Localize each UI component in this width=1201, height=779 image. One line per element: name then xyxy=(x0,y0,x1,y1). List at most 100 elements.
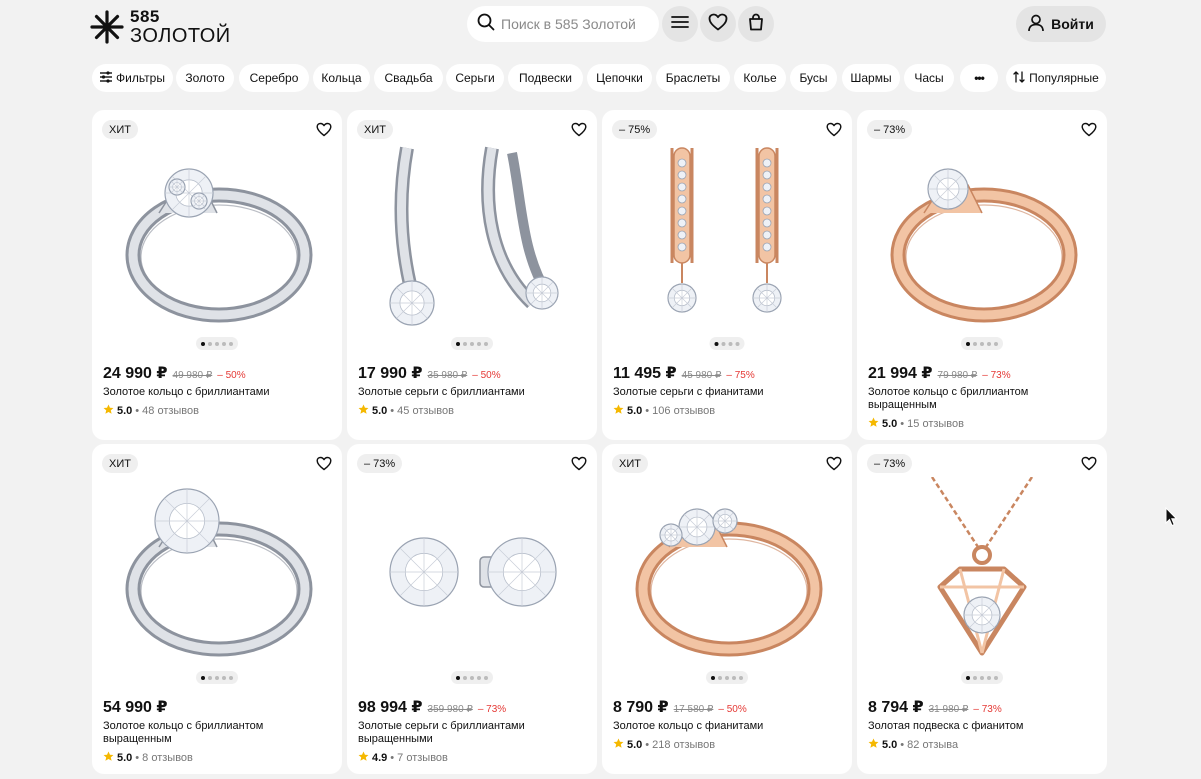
carousel-dot[interactable] xyxy=(222,341,226,346)
carousel-dot[interactable] xyxy=(980,675,984,680)
logo[interactable]: 585 ЗОЛОТОЙ xyxy=(90,8,230,46)
carousel-dot[interactable] xyxy=(735,341,740,346)
favorites-button[interactable] xyxy=(700,6,736,42)
chip-watches[interactable]: Часы xyxy=(904,64,954,92)
product-image[interactable] xyxy=(347,474,597,669)
chip-silver[interactable]: Серебро xyxy=(239,64,309,92)
reviews-count[interactable]: 7 отзывов xyxy=(397,752,448,764)
login-button[interactable]: Войти xyxy=(1016,6,1106,42)
product-card[interactable]: – 73% 21 994 ₽ 79 980 ₽ – 73% Золотое ко… xyxy=(857,110,1107,440)
heart-icon[interactable] xyxy=(826,456,842,472)
menu-button[interactable] xyxy=(662,6,698,42)
heart-icon[interactable] xyxy=(571,456,587,472)
heart-icon[interactable] xyxy=(571,122,587,138)
product-image[interactable] xyxy=(602,474,852,669)
carousel-dot[interactable] xyxy=(456,675,460,680)
carousel-dot[interactable] xyxy=(714,341,719,346)
cart-button[interactable] xyxy=(738,6,774,42)
chip-necklaces[interactable]: Колье xyxy=(734,64,786,92)
carousel-dot[interactable] xyxy=(994,341,998,346)
carousel-dot[interactable] xyxy=(966,341,970,346)
product-card[interactable]: – 75% 11 495 ₽ 45 980 ₽ – 75% Золотые се… xyxy=(602,110,852,440)
product-card[interactable]: ХИТ 54 990 ₽ Золотое кольцо с бриллианто… xyxy=(92,444,342,774)
product-title[interactable]: Золотое кольцо с бриллиантом выращенным xyxy=(103,720,333,746)
heart-icon[interactable] xyxy=(826,122,842,138)
product-title[interactable]: Золотая подвеска с фианитом xyxy=(868,720,1098,733)
carousel-dot[interactable] xyxy=(208,675,212,680)
product-image[interactable] xyxy=(857,140,1107,335)
product-image[interactable] xyxy=(347,140,597,335)
carousel-dot[interactable] xyxy=(470,341,474,346)
carousel-dot[interactable] xyxy=(229,675,233,680)
product-image[interactable] xyxy=(92,140,342,335)
product-card[interactable]: ХИТ 24 990 ₽ 49 980 ₽ – 50% Золотое коль… xyxy=(92,110,342,440)
reviews-count[interactable]: 8 отзывов xyxy=(142,752,193,764)
carousel-dot[interactable] xyxy=(994,675,998,680)
product-card[interactable]: ХИТ 17 990 ₽ 35 980 ₽ – 50% Золотые серь… xyxy=(347,110,597,440)
carousel-dot[interactable] xyxy=(987,341,991,346)
chip-chains[interactable]: Цепочки xyxy=(587,64,652,92)
chip-bracelets[interactable]: Браслеты xyxy=(656,64,730,92)
filters-button[interactable]: Фильтры xyxy=(92,64,173,92)
product-title[interactable]: Золотое кольцо с бриллиантами xyxy=(103,386,333,399)
product-card[interactable]: – 73% 98 994 ₽ 359 980 ₽ – 73% Золотые с… xyxy=(347,444,597,774)
carousel-dot[interactable] xyxy=(463,675,467,680)
carousel-dot[interactable] xyxy=(484,341,488,346)
carousel-dot[interactable] xyxy=(973,675,977,680)
reviews-count[interactable]: 82 отзыва xyxy=(907,739,958,751)
product-title[interactable]: Золотые серьги с бриллиантами xyxy=(358,386,588,399)
chip-wedding[interactable]: Свадьба xyxy=(374,64,443,92)
product-card[interactable]: – 73% 8 794 ₽ 31 980 ₽ – 73% Золотая под… xyxy=(857,444,1107,774)
product-title[interactable]: Золотое кольцо с бриллиантом выращенным xyxy=(868,386,1098,412)
chip-rings[interactable]: Кольца xyxy=(313,64,370,92)
chip-pendants[interactable]: Подвески xyxy=(508,64,583,92)
chip-beads[interactable]: Бусы xyxy=(790,64,837,92)
search-input[interactable] xyxy=(501,16,651,32)
reviews-count[interactable]: 218 отзывов xyxy=(652,739,715,751)
chip-charms[interactable]: Шармы xyxy=(842,64,900,92)
carousel-dot[interactable] xyxy=(973,341,977,346)
sort-button[interactable]: Популярные xyxy=(1006,64,1106,92)
carousel-dot[interactable] xyxy=(728,341,733,346)
carousel-dot[interactable] xyxy=(456,341,460,346)
carousel-dot[interactable] xyxy=(470,675,474,680)
carousel-dot[interactable] xyxy=(732,675,736,680)
carousel-dot[interactable] xyxy=(987,675,991,680)
product-title[interactable]: Золотые серьги с бриллиантами выращенным… xyxy=(358,720,588,746)
carousel-dot[interactable] xyxy=(463,341,467,346)
carousel-dot[interactable] xyxy=(477,675,481,680)
more-button[interactable]: ••• xyxy=(960,64,998,92)
heart-icon[interactable] xyxy=(316,122,332,138)
carousel-dot[interactable] xyxy=(725,675,729,680)
carousel-dot[interactable] xyxy=(966,675,970,680)
heart-icon[interactable] xyxy=(1081,456,1097,472)
product-image[interactable] xyxy=(602,140,852,335)
product-image[interactable] xyxy=(92,474,342,669)
carousel-dot[interactable] xyxy=(208,341,212,346)
heart-icon[interactable] xyxy=(316,456,332,472)
product-card[interactable]: ХИТ 8 790 ₽ 17 580 ₽ – 50% Золотое кольц… xyxy=(602,444,852,774)
carousel-dot[interactable] xyxy=(980,341,984,346)
carousel-dot[interactable] xyxy=(477,341,481,346)
product-title[interactable]: Золотые серьги с фианитами xyxy=(613,386,843,399)
carousel-dot[interactable] xyxy=(484,675,488,680)
reviews-count[interactable]: 106 отзывов xyxy=(652,405,715,417)
product-title[interactable]: Золотое кольцо с фианитами xyxy=(613,720,843,733)
carousel-dot[interactable] xyxy=(222,675,226,680)
carousel-dot[interactable] xyxy=(201,675,205,680)
carousel-dot[interactable] xyxy=(721,341,726,346)
product-image[interactable] xyxy=(857,474,1107,669)
reviews-count[interactable]: 15 отзывов xyxy=(907,418,964,430)
carousel-dot[interactable] xyxy=(215,675,219,680)
reviews-count[interactable]: 45 отзывов xyxy=(397,405,454,417)
reviews-count[interactable]: 48 отзывов xyxy=(142,405,199,417)
search-bar[interactable] xyxy=(467,6,659,42)
carousel-dot[interactable] xyxy=(739,675,743,680)
chip-earrings[interactable]: Серьги xyxy=(446,64,504,92)
carousel-dot[interactable] xyxy=(718,675,722,680)
carousel-dot[interactable] xyxy=(215,341,219,346)
carousel-dot[interactable] xyxy=(201,341,205,346)
chip-gold[interactable]: Золото xyxy=(176,64,234,92)
carousel-dot[interactable] xyxy=(711,675,715,680)
heart-icon[interactable] xyxy=(1081,122,1097,138)
